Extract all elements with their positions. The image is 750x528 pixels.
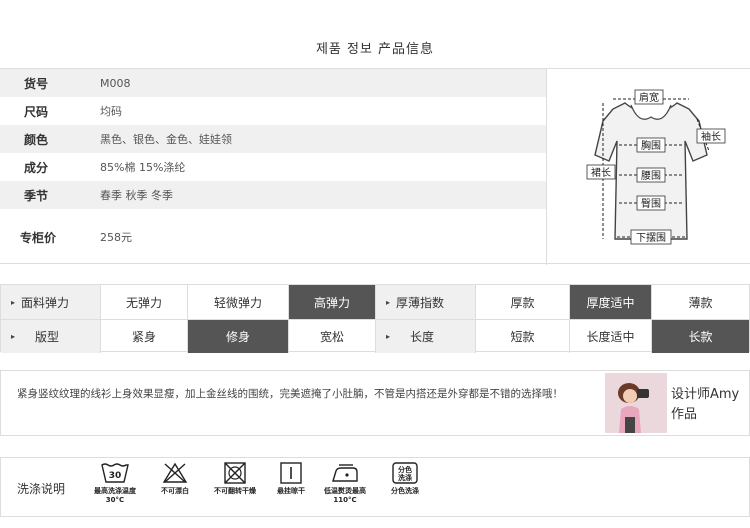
care-caption: 分色洗涤 [391, 487, 419, 495]
info-value: 均码 [100, 105, 122, 118]
label-hem: 下摆围 [636, 231, 666, 244]
info-value: M008 [100, 76, 131, 90]
attr-header-thickness: ▸ 厚薄指数 [376, 285, 476, 319]
attr-header-length: ▸ 长度 [376, 320, 476, 353]
attribute-row: ▸ 面料弹力 无弹力 轻微弹力 高弹力 ▸ 厚薄指数 厚款 厚度适中 薄款 [1, 285, 750, 319]
svg-text:分色: 分色 [398, 465, 412, 474]
care-instructions: 洗涤说明 30 最高洗涤温度30°C 不可漂白 不可翻转干燥 悬挂晾干 低温熨烫… [0, 457, 750, 517]
attribute-grid: ▸ 面料弹力 无弹力 轻微弹力 高弹力 ▸ 厚薄指数 厚款 厚度适中 薄款 ▸ … [0, 284, 750, 353]
svg-text:30: 30 [109, 471, 122, 481]
label-chest: 胸围 [641, 139, 661, 152]
info-row-season: 季节 春季 秋季 冬季 [0, 181, 546, 209]
label-sleeve: 袖长 [701, 130, 721, 143]
info-row-material: 成分 85%棉 15%涤纶 [0, 153, 546, 181]
care-caption: 低温熨烫最高110°C [324, 487, 366, 504]
attr-name: 面料弹力 [21, 295, 70, 310]
care-item: 分色 洗涤 分色洗涤 [377, 462, 433, 496]
care-caption: 不可翻转干燥 [214, 487, 256, 495]
care-title: 洗涤说明 [17, 482, 66, 496]
separate-wash-icon: 分色 洗涤 [392, 462, 418, 484]
attr-header-fit: ▸ 版型 [1, 320, 101, 353]
attr-header-elasticity: ▸ 面料弹力 [1, 285, 101, 319]
info-row-price: 专柜价 258元 [0, 223, 546, 251]
hang-dry-icon [280, 462, 302, 484]
care-item: 不可漂白 [147, 462, 203, 496]
info-row-color: 颜色 黑色、银色、金色、娃娃领 [0, 125, 546, 153]
caret-right-icon: ▸ [386, 297, 391, 307]
wash-30-icon: 30 [101, 463, 129, 483]
attr-option: 轻微弹力 [188, 285, 289, 319]
care-item: 30 最高洗涤温度30°C [87, 462, 143, 505]
care-caption: 悬挂晾干 [277, 487, 305, 495]
caret-right-icon: ▸ [386, 332, 391, 341]
attr-name: 厚薄指数 [396, 295, 445, 310]
svg-text:洗涤: 洗涤 [398, 473, 412, 482]
label-length: 裙长 [591, 166, 611, 179]
caret-right-icon: ▸ [11, 332, 16, 341]
attr-option-selected: 长款 [652, 320, 749, 353]
caret-right-icon: ▸ [11, 297, 16, 307]
info-value: 85%棉 15%涤纶 [100, 161, 186, 174]
info-value: 258元 [100, 231, 132, 244]
attribute-row: ▸ 版型 紧身 修身 宽松 ▸ 长度 短款 长度适中 长款 [1, 319, 750, 353]
attr-name: 版型 [35, 330, 60, 344]
info-label: 专柜价 [20, 230, 57, 245]
attr-name: 长度 [410, 330, 435, 344]
attr-option: 宽松 [289, 320, 376, 353]
attr-option: 短款 [476, 320, 570, 353]
size-diagram: 肩宽 袖长 胸围 裙长 腰围 臀围 下摆围 [546, 69, 750, 265]
attr-option: 长度适中 [570, 320, 652, 353]
designer-photo [605, 373, 667, 433]
info-value: 春季 秋季 冬季 [100, 189, 173, 202]
info-value: 黑色、银色、金色、娃娃领 [100, 133, 232, 146]
attr-option-selected: 高弹力 [289, 285, 376, 319]
label-hip: 臀围 [641, 198, 661, 210]
dress-outline: 肩宽 袖长 胸围 裙长 腰围 臀围 下摆围 [586, 89, 726, 245]
care-caption: 最高洗涤温度30°C [94, 487, 136, 504]
care-item: 悬挂晾干 [263, 462, 319, 496]
no-tumble-dry-icon [224, 462, 246, 484]
label-waist: 腰围 [641, 170, 661, 182]
description-text: 紧身竖纹纹理的线衫上身效果显瘦，加上金丝线的围统，完美遮掩了小肚腩，不管是内搭还… [17, 388, 563, 400]
product-description: 紧身竖纹纹理的线衫上身效果显瘦，加上金丝线的围统，完美遮掩了小肚腩，不管是内搭还… [0, 370, 750, 436]
low-iron-icon [332, 464, 358, 482]
attr-option: 无弹力 [101, 285, 188, 319]
info-row-size: 尺码 均码 [0, 97, 546, 125]
info-row-item-no: 货号 M008 [0, 69, 546, 97]
care-caption: 不可漂白 [161, 487, 189, 495]
product-info-table: 货号 M008 尺码 均码 颜色 黑色、银色、金色、娃娃领 成分 85%棉 15… [0, 68, 750, 265]
no-bleach-icon [162, 462, 188, 483]
attr-option: 薄款 [688, 295, 713, 310]
info-label: 季节 [24, 188, 49, 203]
attr-option: 厚款 [476, 285, 570, 319]
info-label: 尺码 [24, 104, 49, 119]
care-item: 不可翻转干燥 [207, 462, 263, 496]
attr-option: 紧身 [101, 320, 188, 353]
label-shoulder: 肩宽 [639, 91, 659, 104]
info-label: 货号 [24, 76, 49, 91]
page-title: 제품 정보 产品信息 [315, 42, 435, 57]
designer-label: 设计师Amy作品 [671, 387, 740, 422]
info-label: 颜色 [24, 132, 49, 147]
attr-option-selected: 厚度适中 [570, 285, 652, 319]
info-label: 成分 [24, 160, 49, 175]
attr-option-selected: 修身 [188, 320, 289, 353]
care-item: 低温熨烫最高110°C [317, 462, 373, 505]
